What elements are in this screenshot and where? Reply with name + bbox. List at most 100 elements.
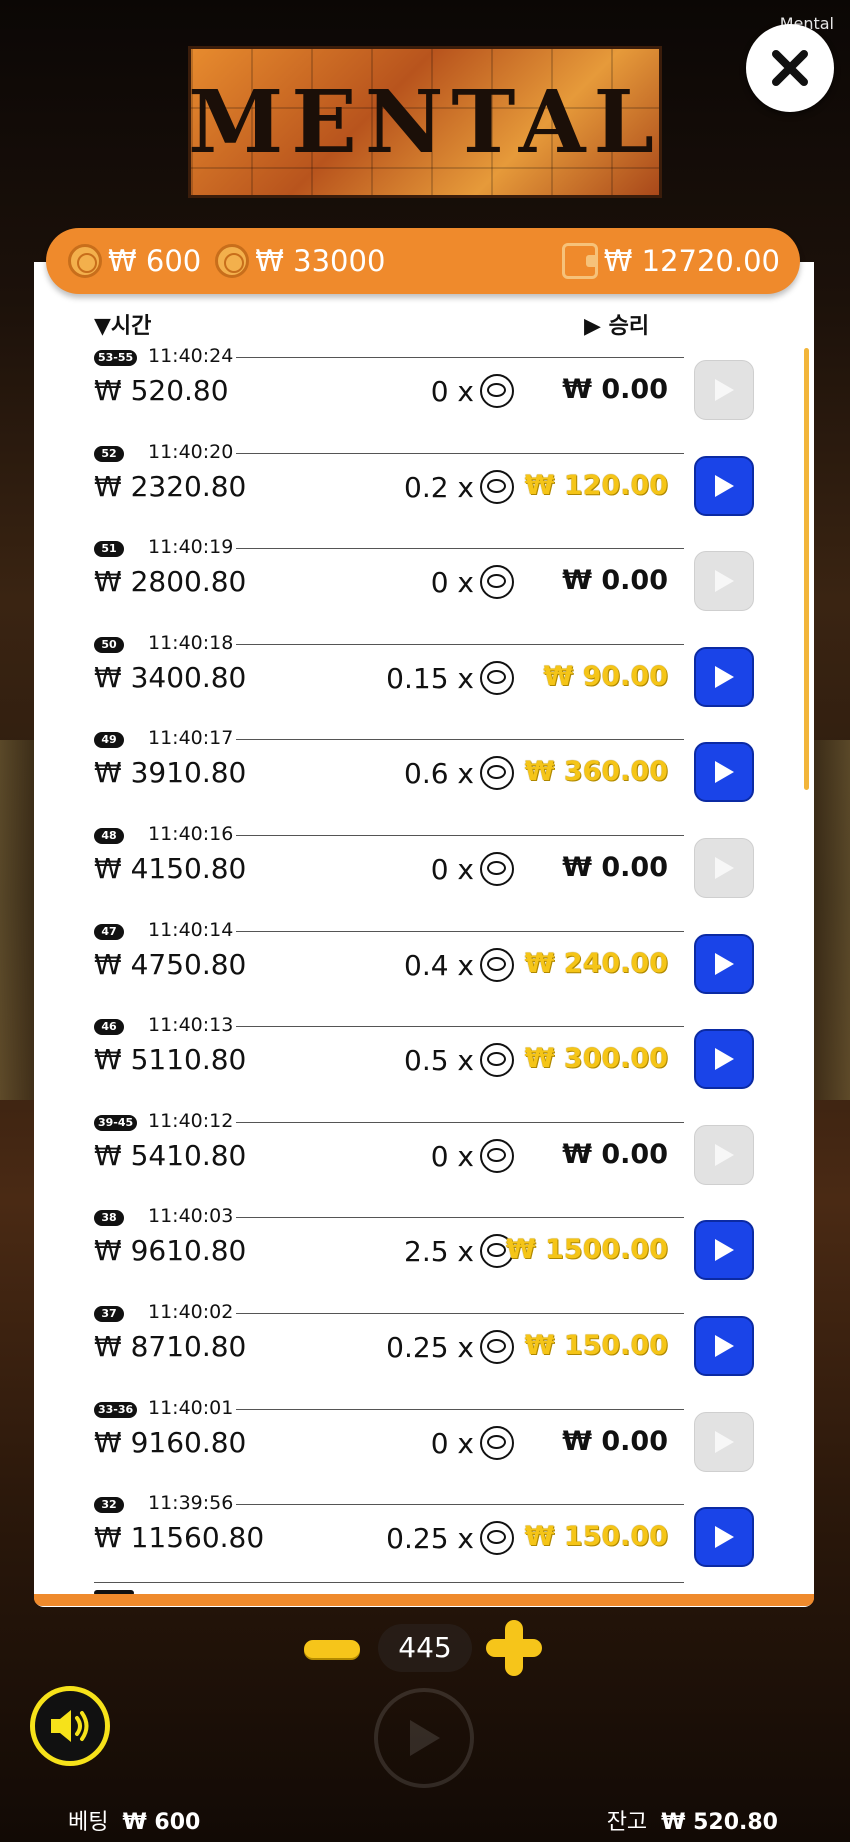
multiplier-value: 0.15 x <box>386 661 474 695</box>
row-bet: ₩ 4150.80 <box>94 852 247 885</box>
round-badge: 52 <box>94 446 124 462</box>
row-divider <box>236 931 684 932</box>
row-win: ₩ 360.00 <box>524 756 668 787</box>
chip-icon <box>480 852 514 886</box>
row-win: ₩ 120.00 <box>524 470 668 501</box>
play-icon <box>715 1335 734 1357</box>
row-win: ₩ 0.00 <box>562 1139 668 1170</box>
round-badge: 39-45 <box>94 1115 138 1131</box>
row-win: ₩ 0.00 <box>562 1426 668 1457</box>
stepper-value: 445 <box>378 1624 472 1672</box>
row-time: 11:40:02 <box>148 1301 234 1323</box>
replay-button[interactable] <box>694 456 754 516</box>
play-icon <box>715 666 734 688</box>
round-badge: 48 <box>94 828 124 844</box>
row-bet: ₩ 3910.80 <box>94 756 247 789</box>
row-divider <box>236 644 684 645</box>
round-badge: 50 <box>94 637 124 653</box>
summary-bar: ₩ 600 ₩ 33000 ₩ 12720.00 <box>46 228 800 294</box>
replay-button[interactable] <box>694 1029 754 1089</box>
replay-button[interactable] <box>694 1507 754 1567</box>
play-icon <box>715 761 734 783</box>
play-icon <box>715 1144 734 1166</box>
replay-button[interactable] <box>694 838 754 898</box>
multiplier-value: 0.25 x <box>386 1330 474 1364</box>
footer-balance: 잔고 ₩ 520.80 <box>607 1804 778 1836</box>
round-badge: 32 <box>94 1497 124 1513</box>
sort-win-header[interactable]: ▶ 승리 <box>584 308 649 340</box>
history-row: 38 11:40:03 ₩ 9610.80 2.5 x ₩ 1500.00 <box>94 1200 754 1296</box>
close-button[interactable] <box>746 24 834 112</box>
max-amount: ₩ 33000 <box>255 244 386 278</box>
bet-label: 베팅 <box>68 1810 109 1835</box>
row-time: 11:40:13 <box>148 1014 234 1036</box>
spin-button[interactable] <box>374 1688 474 1788</box>
autoplay-stepper: 445 <box>304 1618 544 1678</box>
row-multiplier: 0 x <box>431 1139 514 1173</box>
row-divider <box>236 1409 684 1410</box>
replay-button[interactable] <box>694 1220 754 1280</box>
replay-button[interactable] <box>694 551 754 611</box>
wallet-icon <box>561 243 598 279</box>
scrollbar[interactable] <box>804 348 809 790</box>
row-time: 11:39:56 <box>148 1492 234 1514</box>
replay-button[interactable] <box>694 934 754 994</box>
play-icon <box>715 1431 734 1453</box>
background-window-right <box>810 740 850 1100</box>
chip-icon <box>480 756 514 790</box>
round-badge: 37 <box>94 1306 124 1322</box>
round-badge: 53-55 <box>94 350 138 366</box>
close-icon <box>772 50 808 86</box>
balance-value: ₩ 520.80 <box>661 1810 778 1835</box>
row-time: 11:40:14 <box>148 919 234 941</box>
multiplier-value: 0.4 x <box>404 948 474 982</box>
row-win: ₩ 0.00 <box>562 565 668 596</box>
speaker-icon <box>51 1710 89 1742</box>
history-row: 52 11:40:20 ₩ 2320.80 0.2 x ₩ 120.00 <box>94 436 754 532</box>
history-row: 51 11:40:19 ₩ 2800.80 0 x ₩ 0.00 <box>94 531 754 627</box>
play-icon <box>715 379 734 401</box>
decrease-button[interactable] <box>304 1640 360 1658</box>
chip-icon <box>480 1330 514 1364</box>
history-row: 49 11:40:17 ₩ 3910.80 0.6 x ₩ 360.00 <box>94 722 754 818</box>
replay-button[interactable] <box>694 1125 754 1185</box>
row-bet: ₩ 4750.80 <box>94 948 247 981</box>
replay-button[interactable] <box>694 742 754 802</box>
round-badge: 49 <box>94 732 124 748</box>
play-icon <box>410 1720 440 1756</box>
row-multiplier: 0 x <box>431 374 514 408</box>
row-win: ₩ 150.00 <box>524 1330 668 1361</box>
replay-button[interactable] <box>694 360 754 420</box>
round-badge: 46 <box>94 1019 124 1035</box>
sort-time-header[interactable]: ▼시간 <box>94 308 151 340</box>
row-win: ₩ 1500.00 <box>505 1234 668 1265</box>
replay-button[interactable] <box>694 1316 754 1376</box>
footer-bet: 베팅 ₩ 600 <box>68 1804 200 1836</box>
replay-button[interactable] <box>694 1412 754 1472</box>
increase-button[interactable] <box>486 1620 542 1676</box>
chip-icon <box>480 661 514 695</box>
balance-label: 잔고 <box>606 1810 648 1835</box>
chip-icon <box>480 1521 514 1555</box>
round-badge: 38 <box>94 1210 124 1226</box>
history-row: 39-45 11:40:12 ₩ 5410.80 0 x ₩ 0.00 <box>94 1105 754 1201</box>
row-divider <box>236 739 684 740</box>
time-header-label: 시간 <box>110 314 152 339</box>
round-badge: 33-36 <box>94 1402 138 1418</box>
row-multiplier: 2.5 x <box>404 1234 514 1268</box>
chip-icon <box>480 565 514 599</box>
row-divider <box>236 835 684 836</box>
multiplier-value: 2.5 x <box>404 1234 474 1268</box>
multiplier-value: 0.25 x <box>386 1521 474 1555</box>
row-time: 11:40:24 <box>148 345 234 367</box>
row-time: 11:40:17 <box>148 727 234 749</box>
play-icon <box>715 570 734 592</box>
replay-button[interactable] <box>694 647 754 707</box>
sound-toggle-button[interactable] <box>30 1686 110 1766</box>
row-divider <box>236 1217 684 1218</box>
row-bet: ₩ 5110.80 <box>94 1043 247 1076</box>
history-row: 53-55 11:40:24 ₩ 520.80 0 x ₩ 0.00 <box>94 340 754 436</box>
row-time: 11:40:18 <box>148 632 234 654</box>
chip-icon <box>480 1043 514 1077</box>
play-icon <box>715 1526 734 1548</box>
